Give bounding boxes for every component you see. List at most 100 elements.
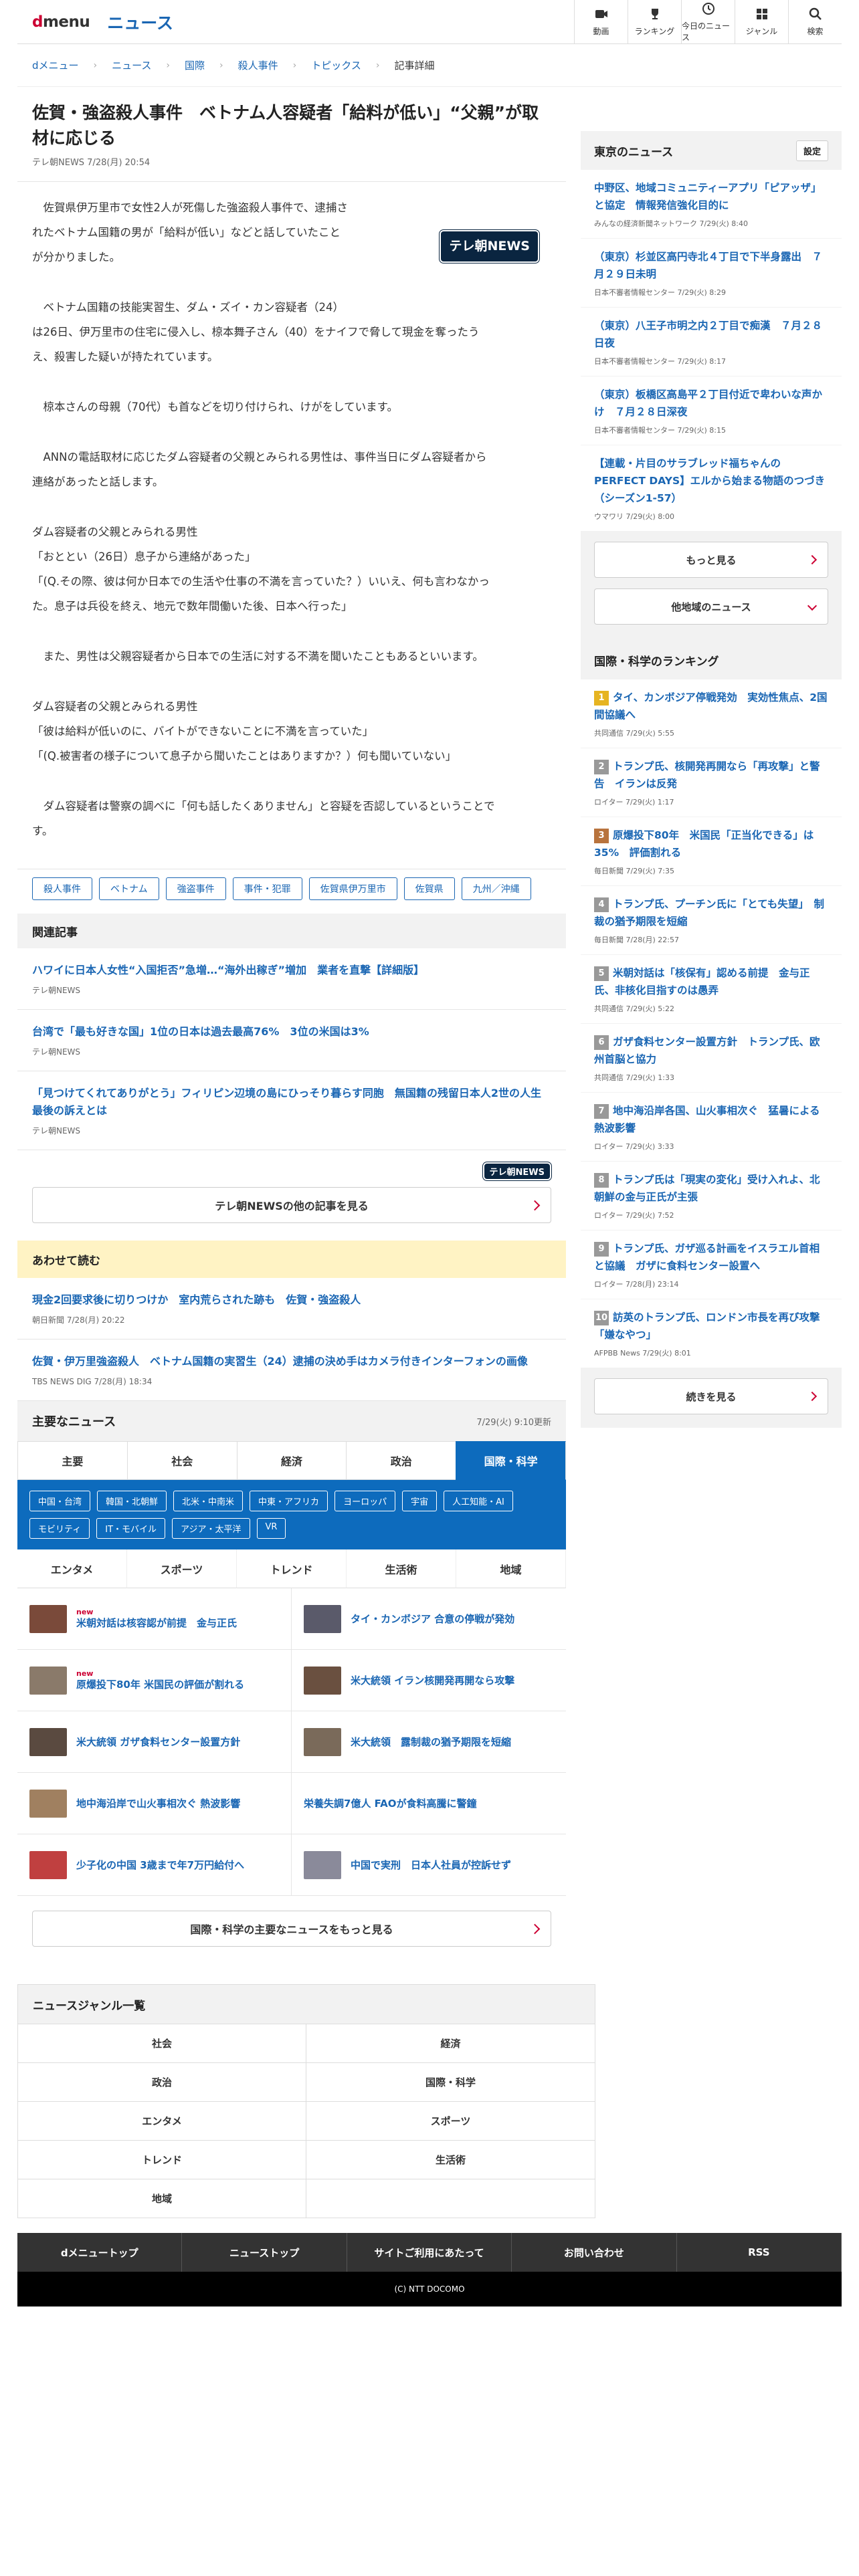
local-news-item-2[interactable]: （東京）八王子市明之内２丁目で痴漢 ７月２８日夜 日本不審者情報センター 7/29…	[581, 308, 842, 376]
more-local-news-button[interactable]: もっと見る	[594, 542, 828, 578]
footer-link-4[interactable]: RSS	[677, 2233, 842, 2272]
ranking-item-8[interactable]: 9 トランプ氏、ガザ巡る計画をイスラエル首相と協議 ガザに食料センター設置へ ロイタ…	[581, 1230, 842, 1299]
tab-1[interactable]: 社会	[126, 1441, 237, 1480]
tab-2[interactable]: 経済	[236, 1441, 347, 1480]
local-news-item-3[interactable]: （東京）板橋区高島平２丁目付近で卑わいな声かけ ７月２８日深夜 日本不審者情報セン…	[581, 377, 842, 445]
top-news-title[interactable]: 栄養失調7億人 FAOが食料高騰に警鐘	[304, 1797, 477, 1810]
header-nav-2[interactable]: 今日のニュース	[681, 0, 735, 44]
ranking-title[interactable]: 6 ガザ食料センター設置方針 トランプ氏、欧州首脳と協力	[594, 1033, 828, 1068]
more-top-news-button[interactable]: 国際・科学の主要なニュースをもっと見る	[32, 1911, 551, 1947]
related-title[interactable]: 「見つけてくれてありがとう」フィリピン辺境の島にひっそり暮らす同胞 無国籍の残留…	[32, 1085, 551, 1119]
breadcrumb-item-4[interactable]: トピックス	[311, 58, 361, 72]
genre-item-3[interactable]: 国際・科学	[306, 2062, 595, 2101]
ranking-title[interactable]: 7 地中海沿岸各国、山火事相次ぐ 猛暑による熱波影響	[594, 1102, 828, 1137]
top-news-title[interactable]: new 米朝対話は核容認が前提 金与正氏	[76, 1608, 237, 1630]
top-news-item-8[interactable]: 少子化の中国 3歳まで年7万円給付へ	[17, 1834, 292, 1896]
subtab-10[interactable]: VR	[256, 1518, 286, 1539]
genre-item-2[interactable]: 政治	[18, 2062, 306, 2101]
ranking-title[interactable]: 5 米朝対話は「核保有」認める前提 金与正氏、非核化目指すのは愚弄	[594, 964, 828, 999]
genre-item-1[interactable]: 経済	[306, 2024, 595, 2062]
ranking-title[interactable]: 4 トランプ氏、プーチン氏に「とても失望」 制裁の猶予期限を短縮	[594, 895, 828, 930]
header-nav-0[interactable]: 動画	[574, 0, 628, 44]
top-news-title[interactable]: new 原爆投下80年 米国民の評価が割れる	[76, 1669, 244, 1691]
local-news-item-4[interactable]: 【連載・片目のサラブレッド福ちゃんのPERFECT DAYS】エルから始まる物語…	[581, 445, 842, 531]
breadcrumb-item-3[interactable]: 殺人事件	[238, 58, 278, 72]
tag-1[interactable]: ベトナム	[99, 877, 159, 900]
subtab-1[interactable]: 韓国・北朝鮮	[97, 1491, 167, 1511]
subtab-0[interactable]: 中国・台湾	[29, 1491, 91, 1511]
related-item-0[interactable]: ハワイに日本人女性“入国拒否”急増…“海外出稼ぎ”増加 業者を直撃【詳細版】 テレ…	[17, 948, 566, 1010]
header-nav-3[interactable]: ジャンル	[735, 0, 788, 44]
ranking-title[interactable]: 2 トランプ氏、核開発再開なら「再攻撃」と警告 イランは反発	[594, 758, 828, 792]
top-news-title[interactable]: 米大統領 ガザ食料センター設置方針	[76, 1735, 240, 1749]
breadcrumb-item-0[interactable]: dメニュー	[32, 58, 79, 72]
subtab-7[interactable]: モビリティ	[29, 1518, 90, 1539]
tab-secondary-0[interactable]: エンタメ	[17, 1549, 127, 1588]
local-news-item-0[interactable]: 中野区、地域コミュニティーアプリ「ピアッザ」と協定 情報発信強化目的に みんなの経…	[581, 170, 842, 238]
also-read-title[interactable]: 佐賀・伊万里強盗殺人 ベトナム国籍の実習生（24）逮捕の決め手はカメラ付きインタ…	[32, 1353, 551, 1370]
subtab-9[interactable]: アジア・太平洋	[172, 1518, 250, 1539]
header-nav-4[interactable]: 検索	[788, 0, 842, 44]
top-news-item-5[interactable]: 米大統領 露制裁の猶予期限を短縮	[292, 1711, 566, 1773]
top-news-item-0[interactable]: new 米朝対話は核容認が前提 金与正氏	[17, 1588, 292, 1650]
ranking-title[interactable]: 1 タイ、カンボジア停戦発効 実効性焦点、2国間協議へ	[594, 689, 828, 724]
top-news-title[interactable]: 米大統領 露制裁の猶予期限を短縮	[351, 1735, 511, 1749]
also-read-item-0[interactable]: 現金2回要求後に切りつけか 室内荒らされた跡も 佐賀・強盗殺人 朝日新聞 7/28…	[17, 1278, 566, 1339]
top-news-item-4[interactable]: 米大統領 ガザ食料センター設置方針	[17, 1711, 292, 1773]
other-region-button[interactable]: 他地域のニュース	[594, 588, 828, 625]
tab-0[interactable]: 主要	[17, 1441, 127, 1480]
genre-item-7[interactable]: 生活術	[306, 2140, 595, 2179]
related-title[interactable]: ハワイに日本人女性“入国拒否”急増…“海外出稼ぎ”増加 業者を直撃【詳細版】	[32, 962, 551, 979]
footer-link-0[interactable]: dメニュートップ	[17, 2233, 183, 2272]
local-news-title[interactable]: 【連載・片目のサラブレッド福ちゃんのPERFECT DAYS】エルから始まる物語…	[594, 455, 828, 507]
also-read-title[interactable]: 現金2回要求後に切りつけか 室内荒らされた跡も 佐賀・強盗殺人	[32, 1291, 551, 1309]
genre-item-0[interactable]: 社会	[18, 2024, 306, 2062]
also-read-item-1[interactable]: 佐賀・伊万里強盗殺人 ベトナム国籍の実習生（24）逮捕の決め手はカメラ付きインタ…	[17, 1339, 566, 1401]
breadcrumb-item-1[interactable]: ニュース	[112, 58, 151, 72]
ranking-item-3[interactable]: 4 トランプ氏、プーチン氏に「とても失望」 制裁の猶予期限を短縮 毎日新聞 7/28…	[581, 886, 842, 954]
ranking-item-1[interactable]: 2 トランプ氏、核開発再開なら「再攻撃」と警告 イランは反発 ロイター 7/29(火…	[581, 748, 842, 817]
local-news-title[interactable]: （東京）杉並区高円寺北４丁目で下半身露出 ７月２９日未明	[594, 248, 828, 283]
footer-link-2[interactable]: サイトご利用にあたって	[347, 2233, 512, 2272]
tab-3[interactable]: 政治	[346, 1441, 456, 1480]
subtab-5[interactable]: 宇宙	[402, 1491, 438, 1511]
ranking-item-7[interactable]: 8 トランプ氏は「現実の変化」受け入れよ、北朝鮮の金与正氏が主張 ロイター 7/29…	[581, 1162, 842, 1230]
top-news-item-6[interactable]: 地中海沿岸で山火事相次ぐ 熱波影響	[17, 1773, 292, 1834]
more-articles-button[interactable]: テレ朝NEWSの他の記事を見る	[32, 1187, 551, 1223]
top-news-title[interactable]: 米大統領 イラン核開発再開なら攻撃	[351, 1674, 514, 1687]
tab-secondary-2[interactable]: トレンド	[237, 1549, 347, 1588]
tag-4[interactable]: 佐賀県伊万里市	[308, 877, 397, 900]
site-name[interactable]: ニュース	[107, 10, 173, 34]
tab-secondary-1[interactable]: スポーツ	[127, 1549, 237, 1588]
tag-0[interactable]: 殺人事件	[32, 877, 92, 900]
subtab-3[interactable]: 中東・アフリカ	[250, 1491, 328, 1511]
ranking-item-2[interactable]: 3 原爆投下80年 米国民「正当化できる」は35% 評価割れる 毎日新聞 7/29(…	[581, 817, 842, 885]
related-item-1[interactable]: 台湾で「最も好きな国」1位の日本は過去最高76% 3位の米国は3% テレ朝NEWS	[17, 1010, 566, 1071]
genre-item-8[interactable]: 地域	[18, 2179, 306, 2218]
ranking-title[interactable]: 10 訪英のトランプ氏、ロンドン市長を再び攻撃「嫌なやつ」	[594, 1309, 828, 1344]
top-news-title[interactable]: 中国で実刑 日本人社員が控訴せず	[351, 1858, 511, 1872]
breadcrumb-item-2[interactable]: 国際	[185, 58, 205, 72]
related-title[interactable]: 台湾で「最も好きな国」1位の日本は過去最高76% 3位の米国は3%	[32, 1023, 551, 1041]
top-news-item-2[interactable]: new 原爆投下80年 米国民の評価が割れる	[17, 1650, 292, 1711]
tag-3[interactable]: 事件・犯罪	[232, 877, 302, 900]
tag-2[interactable]: 強盗事件	[165, 877, 226, 900]
local-news-title[interactable]: （東京）八王子市明之内２丁目で痴漢 ７月２８日夜	[594, 317, 828, 352]
top-news-title[interactable]: 少子化の中国 3歳まで年7万円給付へ	[76, 1858, 244, 1872]
ranking-item-9[interactable]: 10 訪英のトランプ氏、ロンドン市長を再び攻撃「嫌なやつ」 AFPBB News 7…	[581, 1299, 842, 1368]
top-news-title[interactable]: 地中海沿岸で山火事相次ぐ 熱波影響	[76, 1797, 240, 1810]
subtab-4[interactable]: ヨーロッパ	[335, 1491, 396, 1511]
top-news-item-3[interactable]: 米大統領 イラン核開発再開なら攻撃	[292, 1650, 566, 1711]
local-news-item-1[interactable]: （東京）杉並区高円寺北４丁目で下半身露出 ７月２９日未明 日本不審者情報センター …	[581, 239, 842, 307]
tab-secondary-3[interactable]: 生活術	[347, 1549, 456, 1588]
ranking-item-5[interactable]: 6 ガザ食料センター設置方針 トランプ氏、欧州首脳と協力 共同通信 7/29(火) …	[581, 1024, 842, 1092]
footer-link-3[interactable]: お問い合わせ	[512, 2233, 677, 2272]
genre-item-6[interactable]: トレンド	[18, 2140, 306, 2179]
top-news-item-1[interactable]: タイ・カンボジア 合意の停戦が発効	[292, 1588, 566, 1650]
ranking-item-4[interactable]: 5 米朝対話は「核保有」認める前提 金与正氏、非核化目指すのは愚弄 共同通信 7/2…	[581, 955, 842, 1023]
related-item-2[interactable]: 「見つけてくれてありがとう」フィリピン辺境の島にひっそり暮らす同胞 無国籍の残留…	[17, 1071, 566, 1150]
subtab-6[interactable]: 人工知能・AI	[444, 1491, 513, 1511]
ranking-title[interactable]: 9 トランプ氏、ガザ巡る計画をイスラエル首相と協議 ガザに食料センター設置へ	[594, 1240, 828, 1275]
top-news-item-7[interactable]: 栄養失調7億人 FAOが食料高騰に警鐘	[292, 1773, 566, 1834]
header-nav-1[interactable]: ランキング	[628, 0, 681, 44]
